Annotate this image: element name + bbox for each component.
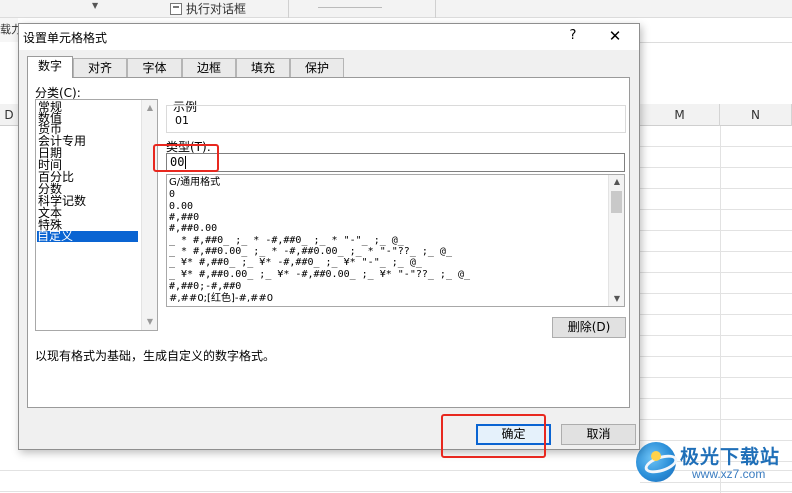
ribbon-divider <box>288 0 289 18</box>
tab-fill[interactable]: 填充 <box>236 58 290 77</box>
description-text: 以现有格式为基础，生成自定义的数字格式。 <box>35 349 276 363</box>
list-item-format[interactable]: _ ¥* #,##0_ ;_ ¥* -#,##0_ ;_ ¥* "-"_ ;_ … <box>169 257 422 268</box>
scroll-up-icon[interactable]: ▲ <box>612 177 622 187</box>
scroll-thumb[interactable] <box>611 191 622 213</box>
sheet-grid[interactable] <box>640 126 792 493</box>
list-item-format[interactable]: #,##0;[红色]-#,##0 <box>169 293 273 304</box>
format-list-scrollbar[interactable]: ▲ ▼ <box>608 175 624 306</box>
column-header-d[interactable]: D <box>0 104 18 126</box>
ribbon-faded-control <box>318 0 382 8</box>
list-item-format[interactable]: _ ¥* #,##0.00_ ;_ ¥* -#,##0.00_ ;_ ¥* "-… <box>169 269 470 280</box>
site-logo-icon <box>636 442 676 482</box>
category-list[interactable]: 常规 数值 货币 会计专用 日期 时间 百分比 分数 科学记数 文本 特殊 自定… <box>35 99 158 331</box>
list-item-format[interactable]: _ * #,##0_ ;_ * -#,##0_ ;_ * "-"_ ;_ @_ <box>169 235 404 246</box>
close-icon[interactable]: ✕ <box>602 25 628 47</box>
formula-bar-area <box>640 42 792 104</box>
execute-dialog-button[interactable]: 执行对话框 <box>170 0 246 17</box>
format-code-list[interactable]: G/通用格式 0 0.00 #,##0 #,##0.00 _ * #,##0_ … <box>166 174 625 307</box>
ribbon-divider <box>435 0 436 18</box>
sample-box: 01 <box>166 105 626 133</box>
cancel-button[interactable]: 取消 <box>561 424 636 445</box>
scroll-down-icon[interactable]: ▼ <box>145 317 155 327</box>
watermark-url: www.xz7.com <box>692 467 766 481</box>
dialog-titlebar[interactable]: 设置单元格格式 ? ✕ <box>19 24 639 50</box>
list-item-format[interactable]: #,##0;-#,##0 <box>169 281 241 292</box>
scroll-down-icon[interactable]: ▼ <box>612 294 622 304</box>
format-cells-dialog: 设置单元格格式 ? ✕ 数字 对齐 字体 边框 填充 保护 分类(C): 常规 … <box>18 23 640 450</box>
ok-button[interactable]: 确定 <box>476 424 551 445</box>
sample-value: 01 <box>175 114 189 127</box>
type-input[interactable]: 00 <box>166 153 625 172</box>
ribbon: ▼ 执行对话框 <box>0 0 792 18</box>
type-input-value: 00 <box>170 155 185 169</box>
tab-protection[interactable]: 保护 <box>290 58 344 77</box>
tab-alignment[interactable]: 对齐 <box>73 58 127 77</box>
execute-dialog-label: 执行对话框 <box>186 2 247 16</box>
list-item-format[interactable]: 0.00 <box>169 201 193 212</box>
dialog-icon <box>170 2 182 15</box>
list-item-format[interactable]: G/通用格式 <box>169 177 220 188</box>
grid-line <box>720 126 721 493</box>
list-item-format[interactable]: #,##0.00 <box>169 223 217 234</box>
number-tab-panel: 分类(C): 常规 数值 货币 会计专用 日期 时间 百分比 分数 科学记数 文… <box>27 77 630 408</box>
list-item-format[interactable]: _ * #,##0.00_ ;_ * -#,##0.00_ ;_ * "-"??… <box>169 246 452 257</box>
text-caret <box>185 156 187 169</box>
delete-button[interactable]: 删除(D) <box>552 317 626 338</box>
watermark: 极光下载站 www.xz7.com <box>636 440 786 486</box>
ribbon-left-fragment: 载力 <box>0 18 18 42</box>
list-item-format[interactable]: #,##0 <box>169 212 199 223</box>
list-item-category-selected[interactable]: 自定义 <box>37 230 138 242</box>
dropdown-arrow-icon[interactable]: ▼ <box>92 1 98 10</box>
column-header-m[interactable]: M <box>640 104 720 126</box>
tab-number[interactable]: 数字 <box>27 56 73 78</box>
column-header-n[interactable]: N <box>720 104 792 126</box>
watermark-title: 极光下载站 <box>680 446 781 468</box>
tab-font[interactable]: 字体 <box>127 58 182 77</box>
help-icon[interactable]: ? <box>562 25 584 47</box>
scroll-up-icon[interactable]: ▲ <box>145 103 155 113</box>
dialog-title: 设置单元格格式 <box>23 31 108 45</box>
list-item-format[interactable]: 0 <box>169 189 175 200</box>
category-scrollbar[interactable]: ▲ ▼ <box>141 100 157 330</box>
tab-border[interactable]: 边框 <box>182 58 236 77</box>
